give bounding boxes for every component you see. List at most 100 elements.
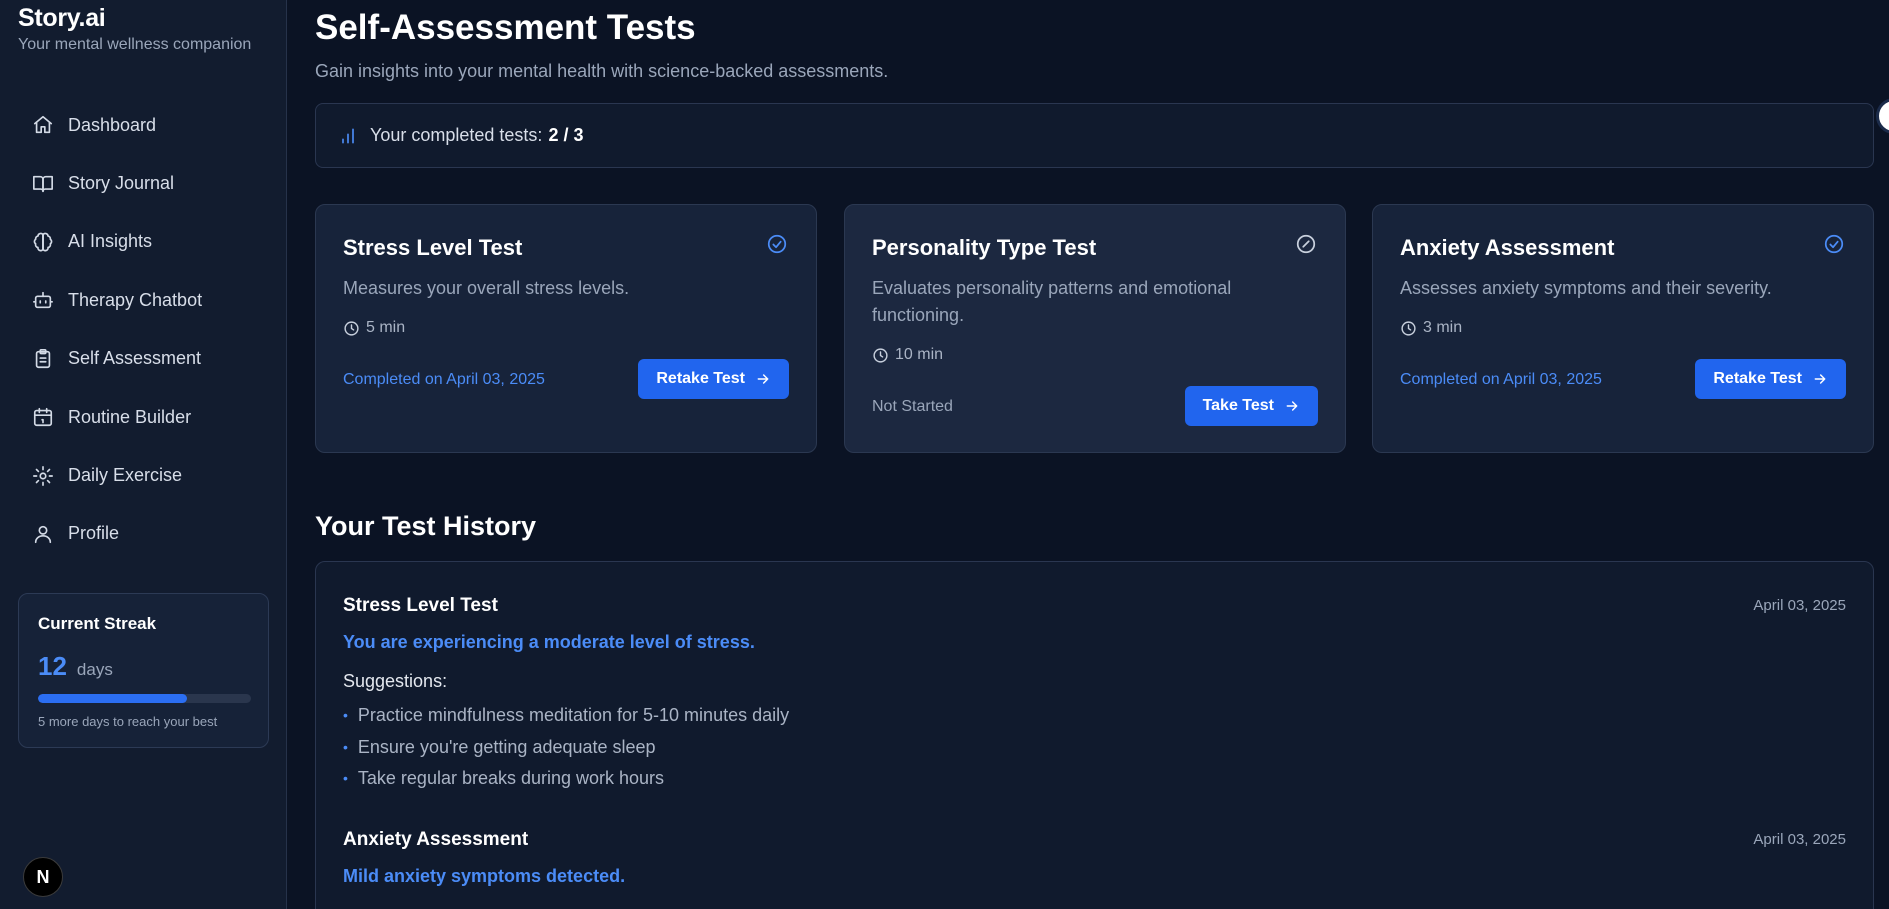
arrow-right-icon bbox=[745, 371, 771, 387]
suggestion-text: Ensure you're getting adequate sleep bbox=[357, 736, 656, 757]
retake-test-button[interactable]: Retake Test bbox=[1695, 359, 1846, 399]
page-title: Self-Assessment Tests bbox=[315, 8, 696, 47]
clock-icon bbox=[1400, 320, 1423, 337]
sidebar-item-label: Story Journal bbox=[68, 173, 175, 194]
floating-action-button[interactable] bbox=[1876, 98, 1889, 134]
arrow-right-icon bbox=[1802, 371, 1828, 387]
sidebar-item-daily-exercise[interactable]: Daily Exercise bbox=[18, 446, 268, 504]
history-title: Your Test History bbox=[315, 511, 537, 541]
suggestions-label: Suggestions: bbox=[343, 671, 448, 691]
brain-icon bbox=[32, 231, 54, 253]
sidebar-item-label: Therapy Chatbot bbox=[68, 289, 203, 310]
streak-count: 12 bbox=[38, 651, 67, 681]
sidebar-item-label: AI Insights bbox=[68, 231, 153, 252]
sidebar-item-routine-builder[interactable]: Routine Builder bbox=[18, 388, 268, 446]
check-circle-icon bbox=[1823, 233, 1845, 255]
home-icon bbox=[32, 114, 54, 136]
test-card-duration: 10 min bbox=[872, 346, 943, 364]
sidebar-item-self-assessment[interactable]: Self Assessment bbox=[18, 330, 268, 388]
suggestion-text: Practice mindfulness meditation for 5-10… bbox=[357, 705, 790, 725]
sidebar-item-label: Dashboard bbox=[68, 114, 157, 135]
streak-progress-fill bbox=[38, 694, 188, 703]
button-label: Take Test bbox=[1202, 397, 1274, 414]
sidebar: Story.ai Your mental wellness companion … bbox=[0, 0, 287, 909]
bar-chart-icon bbox=[338, 126, 370, 146]
streak-count-row: 12 days bbox=[38, 651, 249, 682]
test-card-status: Not Started bbox=[872, 398, 953, 415]
completed-tests-value: 2 / 3 bbox=[548, 125, 584, 145]
duration-text: 10 min bbox=[895, 346, 944, 363]
history-entry-date: April 03, 2025 bbox=[1753, 831, 1846, 848]
bullet-icon: • bbox=[343, 707, 348, 723]
test-history-panel: Stress Level Test April 03, 2025 You are… bbox=[315, 561, 1874, 909]
suggestion-item: • Take regular breaks during work hours bbox=[343, 763, 1846, 795]
bullet-icon: • bbox=[343, 770, 348, 786]
retake-test-button[interactable]: Retake Test bbox=[638, 359, 789, 399]
streak-progress-bar bbox=[38, 694, 251, 703]
suggestion-text: Take regular breaks during work hours bbox=[357, 768, 665, 788]
sidebar-item-ai-insights[interactable]: AI Insights bbox=[18, 213, 268, 271]
streak-card: Current Streak 12 days 5 more days to re… bbox=[18, 593, 269, 748]
history-entry-name: Anxiety Assessment bbox=[343, 829, 529, 850]
test-card-title: Stress Level Test bbox=[343, 235, 523, 260]
brand: Story.ai Your mental wellness companion bbox=[18, 4, 251, 54]
completed-tests-summary: Your completed tests: 2 / 3 bbox=[315, 103, 1874, 168]
suggestions-list: • Practice mindfulness meditation for 5-1… bbox=[343, 700, 1846, 795]
test-card-title: Personality Type Test bbox=[872, 235, 1097, 260]
test-card-description: Evaluates personality patterns and emoti… bbox=[872, 278, 1232, 325]
history-entry: Stress Level Test April 03, 2025 You are… bbox=[343, 595, 1846, 795]
clock-icon bbox=[343, 320, 366, 337]
test-card-description: Assesses anxiety symptoms and their seve… bbox=[1400, 278, 1772, 298]
test-card-description: Measures your overall stress levels. bbox=[343, 278, 630, 298]
brand-title[interactable]: Story.ai bbox=[18, 4, 251, 33]
sidebar-item-label: Daily Exercise bbox=[68, 465, 183, 486]
sidebar-item-dashboard[interactable]: Dashboard bbox=[18, 96, 268, 154]
button-label: Retake Test bbox=[656, 370, 745, 387]
streak-title: Current Streak bbox=[38, 614, 157, 633]
gear-icon bbox=[32, 465, 54, 487]
arrow-right-icon bbox=[1274, 398, 1300, 414]
history-entry-date: April 03, 2025 bbox=[1753, 597, 1846, 614]
test-card-title: Anxiety Assessment bbox=[1400, 235, 1615, 260]
test-card-status: Completed on April 03, 2025 bbox=[343, 371, 545, 388]
page-subtitle: Gain insights into your mental health wi… bbox=[315, 61, 889, 81]
test-card-duration: 5 min bbox=[343, 319, 405, 337]
history-entry-result: Mild anxiety symptoms detected. bbox=[343, 866, 626, 886]
streak-unit: days bbox=[76, 660, 113, 679]
streak-note: 5 more days to reach your best bbox=[38, 714, 218, 729]
bullet-icon: • bbox=[343, 738, 348, 755]
brand-subtitle: Your mental wellness companion bbox=[18, 36, 252, 53]
calendar-icon bbox=[32, 406, 54, 428]
button-label: Retake Test bbox=[1713, 370, 1802, 387]
book-open-icon bbox=[32, 173, 54, 195]
bot-icon bbox=[32, 289, 54, 311]
clock-icon bbox=[872, 347, 895, 364]
sidebar-item-profile[interactable]: Profile bbox=[18, 505, 268, 563]
test-card-duration: 3 min bbox=[1400, 319, 1462, 337]
history-entry-result: You are experiencing a moderate level of… bbox=[343, 632, 755, 652]
sidebar-item-label: Routine Builder bbox=[68, 406, 192, 427]
clipboard-list-icon bbox=[32, 348, 54, 370]
test-card-stress: Stress Level Test Measures your overall … bbox=[315, 204, 817, 453]
test-card-status: Completed on April 03, 2025 bbox=[1400, 371, 1602, 388]
test-card-anxiety: Anxiety Assessment Assesses anxiety symp… bbox=[1372, 204, 1874, 453]
history-entry: Anxiety Assessment April 03, 2025 Mild a… bbox=[343, 829, 1846, 887]
check-circle-icon bbox=[766, 233, 788, 255]
duration-text: 5 min bbox=[366, 319, 406, 336]
sidebar-nav: Dashboard Story Journal AI Insights Ther… bbox=[18, 96, 268, 563]
completed-tests-label: Your completed tests: bbox=[370, 125, 543, 145]
duration-text: 3 min bbox=[1423, 319, 1463, 336]
n-badge-button[interactable]: N bbox=[23, 857, 63, 897]
suggestion-item: • Ensure you're getting adequate sleep bbox=[343, 732, 1846, 764]
sidebar-item-therapy-chatbot[interactable]: Therapy Chatbot bbox=[18, 271, 268, 329]
sidebar-item-story-journal[interactable]: Story Journal bbox=[18, 154, 268, 212]
sidebar-item-label: Self Assessment bbox=[68, 348, 202, 369]
suggestion-item: • Practice mindfulness meditation for 5-1… bbox=[343, 700, 1846, 732]
user-icon bbox=[32, 523, 54, 545]
test-card-personality: Personality Type Test Evaluates personal… bbox=[844, 204, 1346, 453]
not-started-circle-icon bbox=[1295, 233, 1317, 255]
sidebar-item-label: Profile bbox=[68, 523, 120, 544]
take-test-button[interactable]: Take Test bbox=[1184, 386, 1318, 426]
history-entry-name: Stress Level Test bbox=[343, 595, 498, 616]
app-root: Story.ai Your mental wellness companion … bbox=[0, 0, 1889, 909]
